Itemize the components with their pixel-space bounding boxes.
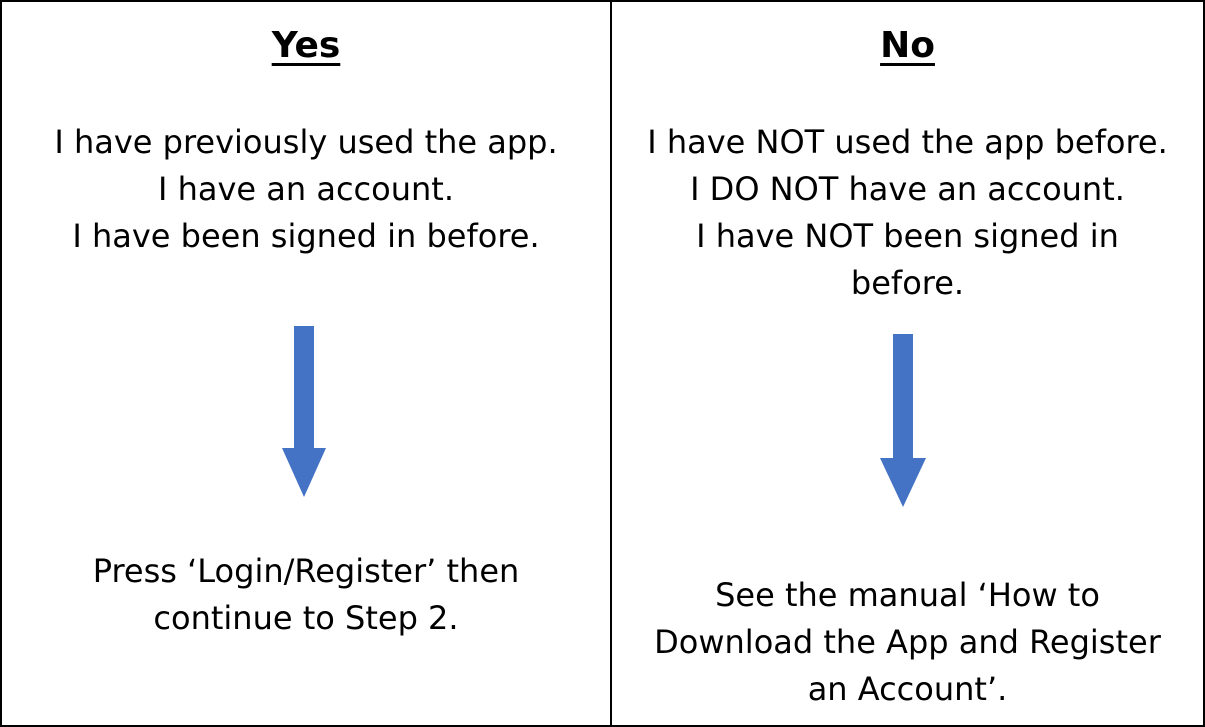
yes-condition-line: I have previously used the app.: [54, 123, 558, 161]
yes-conditions: I have previously used the app. I have a…: [2, 119, 610, 260]
decision-table: Yes I have previously used the app. I ha…: [0, 0, 1205, 727]
no-condition-line: I DO NOT have an account.: [690, 170, 1125, 208]
no-action-line: Download the App and Register: [654, 623, 1161, 661]
arrow-shaft: [893, 334, 913, 458]
arrow-down-icon: [880, 334, 926, 507]
yes-action-line: continue to Step 2.: [153, 599, 459, 637]
arrow-down-icon: [282, 326, 326, 497]
no-column: No I have NOT used the app before. I DO …: [612, 2, 1203, 725]
arrow-head: [880, 458, 926, 507]
no-condition-line: I have NOT been signed in: [696, 217, 1119, 255]
no-heading: No: [880, 25, 935, 66]
arrow-shaft: [294, 326, 314, 448]
yes-heading: Yes: [271, 25, 341, 66]
no-action-line: an Account’.: [807, 670, 1008, 708]
no-condition-line: I have NOT used the app before.: [647, 123, 1168, 161]
no-conditions: I have NOT used the app before. I DO NOT…: [612, 119, 1203, 307]
yes-condition-line: I have been signed in before.: [72, 217, 540, 255]
arrow-head: [282, 448, 326, 497]
no-action-line: See the manual ‘How to: [715, 576, 1100, 614]
yes-column: Yes I have previously used the app. I ha…: [2, 2, 612, 725]
yes-action: Press ‘Login/Register’ then continue to …: [2, 548, 610, 642]
no-action: See the manual ‘How to Download the App …: [612, 572, 1203, 713]
yes-condition-line: I have an account.: [157, 170, 454, 208]
yes-action-line: Press ‘Login/Register’ then: [92, 552, 520, 590]
no-condition-line: before.: [850, 264, 965, 302]
